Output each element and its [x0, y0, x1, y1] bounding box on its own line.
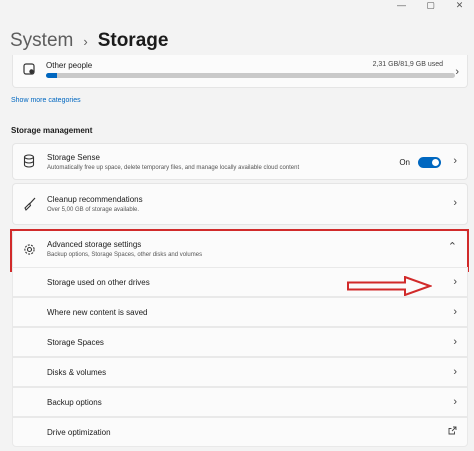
usage-bar-fill	[46, 73, 58, 78]
chevron-right-icon: ›	[453, 396, 457, 408]
storage-sense-toggle[interactable]	[418, 157, 441, 168]
window-controls: — ▢ ✕	[387, 0, 474, 12]
highlight-box	[10, 229, 469, 272]
storage-sense-toggle-wrap: On	[399, 157, 441, 168]
annotation-arrow-icon	[347, 276, 432, 296]
show-more-categories-link[interactable]: Show more categories	[11, 97, 81, 104]
cleanup-recommendations-item[interactable]: Cleanup recommendations Over 5,00 GB of …	[12, 183, 468, 225]
other-people-item[interactable]: Other people 2,31 GB/81,9 GB used ›	[12, 55, 468, 88]
storage-sense-title: Storage Sense	[47, 153, 100, 162]
broom-icon	[23, 197, 37, 214]
sub-item-label: Where new content is saved	[47, 308, 148, 317]
toggle-state-label: On	[399, 158, 410, 167]
chevron-right-icon: ›	[453, 155, 457, 167]
chevron-right-icon: ›	[455, 66, 459, 78]
sub-item-label: Storage Spaces	[47, 338, 104, 347]
storage-sense-item[interactable]: Storage Sense Automatically free up spac…	[12, 143, 468, 180]
disks-volumes-item[interactable]: Disks & volumes ›	[12, 357, 468, 387]
chevron-right-icon: ›	[453, 306, 457, 318]
breadcrumb-system[interactable]: System	[10, 30, 73, 52]
backup-options-item[interactable]: Backup options ›	[12, 387, 468, 417]
breadcrumb: System › Storage	[10, 30, 168, 52]
where-new-content-saved-item[interactable]: Where new content is saved ›	[12, 297, 468, 327]
sub-item-label: Disks & volumes	[47, 368, 107, 377]
external-link-icon	[448, 426, 457, 437]
chevron-right-icon: ›	[453, 336, 457, 348]
sub-item-label: Backup options	[47, 398, 102, 407]
chevron-right-icon: ›	[453, 197, 457, 209]
sub-item-label: Drive optimization	[47, 428, 111, 437]
close-button[interactable]: ✕	[445, 0, 474, 12]
breadcrumb-separator: ›	[83, 33, 88, 49]
cleanup-desc: Over 5,00 GB of storage available.	[47, 207, 140, 213]
section-title: Storage management	[11, 126, 93, 135]
chevron-right-icon: ›	[453, 366, 457, 378]
usage-bar	[46, 73, 455, 78]
other-people-label: Other people	[46, 61, 93, 70]
minimize-button[interactable]: —	[387, 0, 416, 12]
page-title: Storage	[97, 30, 169, 51]
database-icon	[23, 154, 35, 171]
storage-sense-desc: Automatically free up space, delete temp…	[47, 165, 300, 171]
storage-spaces-item[interactable]: Storage Spaces ›	[12, 327, 468, 357]
chevron-right-icon: ›	[453, 276, 457, 288]
people-icon	[23, 63, 35, 78]
maximize-button[interactable]: ▢	[416, 0, 445, 12]
drive-optimization-item[interactable]: Drive optimization	[12, 417, 468, 447]
other-people-usage: 2,31 GB/81,9 GB used	[372, 61, 443, 68]
cleanup-title: Cleanup recommendations	[47, 195, 143, 204]
sub-item-label: Storage used on other drives	[47, 278, 150, 287]
